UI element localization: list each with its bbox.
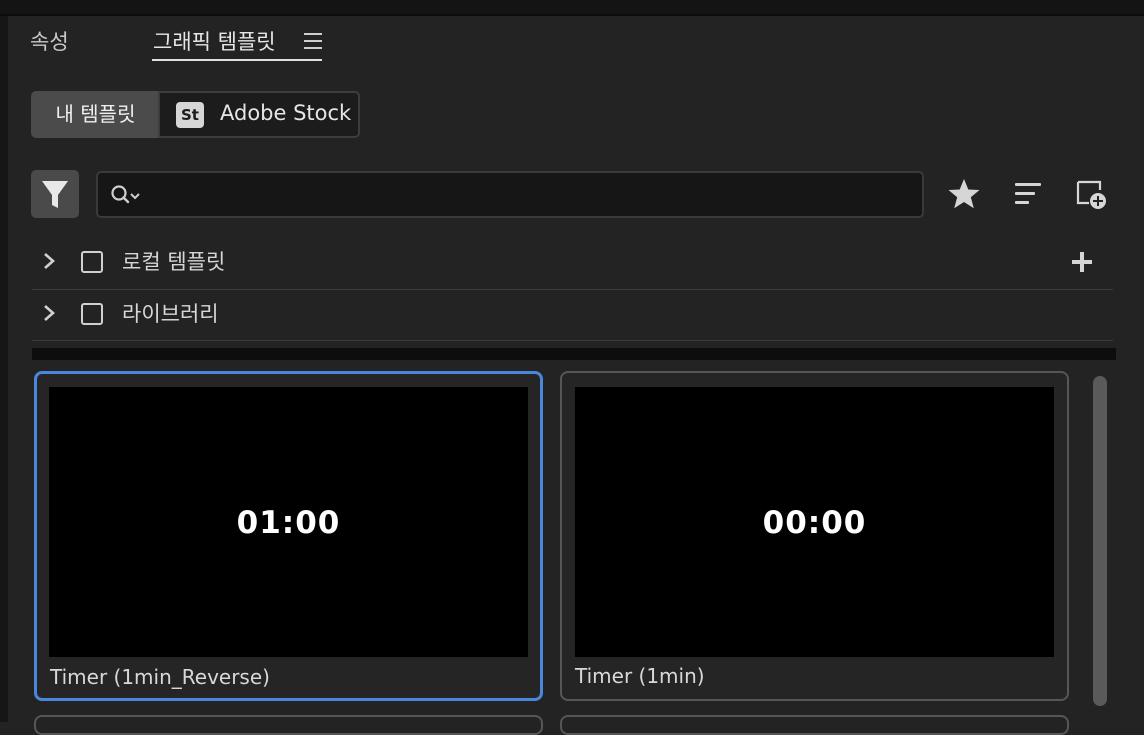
- panel-menu-icon[interactable]: [304, 33, 322, 49]
- search-field[interactable]: [96, 171, 924, 218]
- sort-lines-icon[interactable]: [1010, 176, 1046, 212]
- chevron-right-icon[interactable]: [40, 251, 58, 271]
- panel-left-edge: [0, 16, 8, 722]
- adobe-stock-icon: St: [176, 102, 204, 128]
- template-name: Timer (1min): [575, 664, 705, 688]
- adobe-stock-toggle[interactable]: St Adobe Stock: [158, 91, 360, 138]
- template-card[interactable]: 00:00 Timer (1min): [560, 371, 1069, 701]
- new-item-plus-icon[interactable]: [1074, 176, 1110, 212]
- plus-icon[interactable]: [1070, 250, 1094, 274]
- template-thumbnail: 01:00: [49, 387, 528, 657]
- filter-icon: [42, 181, 68, 208]
- timer-preview-text: 01:00: [236, 505, 341, 541]
- filter-button[interactable]: [31, 170, 79, 218]
- star-icon[interactable]: [946, 176, 982, 212]
- search-input[interactable]: [156, 181, 900, 211]
- template-name: Timer (1min_Reverse): [50, 665, 270, 689]
- tab-graphic-templates[interactable]: 그래픽 템플릿: [153, 26, 276, 56]
- tree-item-label: 라이브러리: [122, 302, 219, 326]
- section-divider: [32, 348, 1116, 360]
- panel-top-border: [0, 14, 1144, 16]
- active-tab-underline: [152, 59, 322, 61]
- template-card-partial[interactable]: [560, 715, 1069, 735]
- tree-item-local-templates[interactable]: 로컬 템플릿: [32, 237, 1113, 287]
- row-divider: [32, 340, 1113, 341]
- search-dropdown-icon[interactable]: [110, 183, 146, 207]
- scrollbar-thumb[interactable]: [1093, 376, 1107, 706]
- template-thumbnail: 00:00: [575, 387, 1054, 657]
- tree-item-label: 로컬 템플릿: [122, 250, 226, 274]
- my-templates-toggle[interactable]: 내 템플릿: [31, 91, 160, 138]
- adobe-stock-label: Adobe Stock: [220, 101, 352, 125]
- tab-properties[interactable]: 속성: [30, 26, 69, 56]
- checkbox[interactable]: [81, 251, 103, 273]
- checkbox[interactable]: [81, 303, 103, 325]
- template-card-partial[interactable]: [34, 715, 543, 735]
- tree-item-libraries[interactable]: 라이브러리: [32, 289, 1113, 339]
- chevron-right-icon[interactable]: [40, 303, 58, 323]
- timer-preview-text: 00:00: [762, 505, 867, 541]
- template-card[interactable]: 01:00 Timer (1min_Reverse): [34, 371, 543, 701]
